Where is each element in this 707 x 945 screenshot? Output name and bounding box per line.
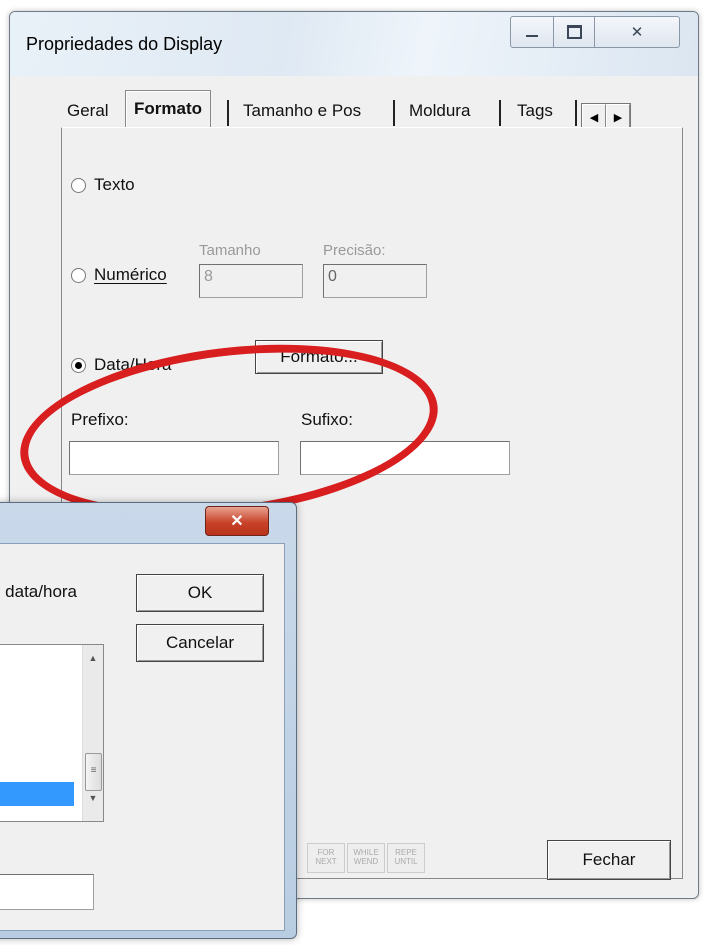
radio-data-hora-label[interactable]: Data/Hora (94, 355, 171, 375)
while-wend-icon[interactable]: WHILE WEND (347, 843, 385, 873)
listbox-scrollbar[interactable]: ▲ ≡ ▼ (82, 645, 103, 821)
format-listbox[interactable]: ▲ ≡ ▼ (0, 644, 104, 822)
title-bar[interactable]: Propriedades do Display ✕ (10, 12, 698, 76)
close-button[interactable]: ✕ (594, 16, 680, 48)
maximize-button[interactable] (553, 16, 595, 48)
close-icon: ✕ (230, 513, 244, 530)
repeat-until-icon[interactable]: REPE UNTIL (387, 843, 425, 873)
tab-tamanho-e-pos[interactable]: Tamanho e Pos (241, 96, 363, 126)
radio-numerico[interactable] (71, 268, 86, 283)
radio-texto[interactable] (71, 178, 86, 193)
maximize-icon (566, 25, 582, 39)
scroll-thumb[interactable]: ≡ (85, 753, 102, 791)
close-icon: ✕ (630, 24, 644, 41)
scroll-up-icon[interactable]: ▲ (83, 649, 103, 667)
datetime-format-dialog: ✕ e data/hora OK Cancelar ▲ ≡ ▼ (0, 502, 297, 939)
minimize-button[interactable] (510, 16, 554, 48)
tab-tags[interactable]: Tags (515, 96, 555, 126)
formato-button[interactable]: Formato... (255, 340, 383, 374)
ok-button[interactable]: OK (136, 574, 264, 612)
dialog-label: e data/hora (0, 582, 78, 601)
tamanho-label: Tamanho (199, 242, 261, 259)
radio-texto-label[interactable]: Texto (94, 175, 135, 195)
tab-separator (575, 100, 577, 126)
dialog-body: e data/hora OK Cancelar ▲ ≡ ▼ (0, 543, 285, 931)
tab-formato[interactable]: Formato (125, 90, 211, 129)
tab-separator (227, 100, 229, 126)
tamanho-field: 8 (199, 264, 303, 298)
list-item-selected[interactable] (0, 782, 74, 806)
radio-data-hora[interactable] (71, 358, 86, 373)
window-title: Propriedades do Display (26, 34, 223, 54)
dialog-input-field[interactable] (0, 874, 94, 910)
precisao-field: 0 (323, 264, 427, 298)
fechar-button[interactable]: Fechar (547, 840, 671, 880)
for-next-icon[interactable]: FOR NEXT (307, 843, 345, 873)
prefixo-label: Prefixo: (71, 410, 129, 429)
cancel-button[interactable]: Cancelar (136, 624, 264, 662)
tab-separator (393, 100, 395, 126)
dialog-close-button[interactable]: ✕ (205, 506, 269, 536)
prefixo-field[interactable] (69, 441, 279, 475)
sufixo-field[interactable] (300, 441, 510, 475)
radio-numerico-label[interactable]: Numérico (94, 265, 167, 285)
sufixo-label: Sufixo: (301, 410, 353, 429)
tab-moldura[interactable]: Moldura (407, 96, 472, 126)
precisao-label: Precisão: (323, 242, 386, 259)
tab-geral[interactable]: Geral (65, 96, 111, 126)
scroll-down-icon[interactable]: ▼ (83, 789, 103, 807)
minimize-icon (526, 35, 538, 37)
tab-separator (499, 100, 501, 126)
